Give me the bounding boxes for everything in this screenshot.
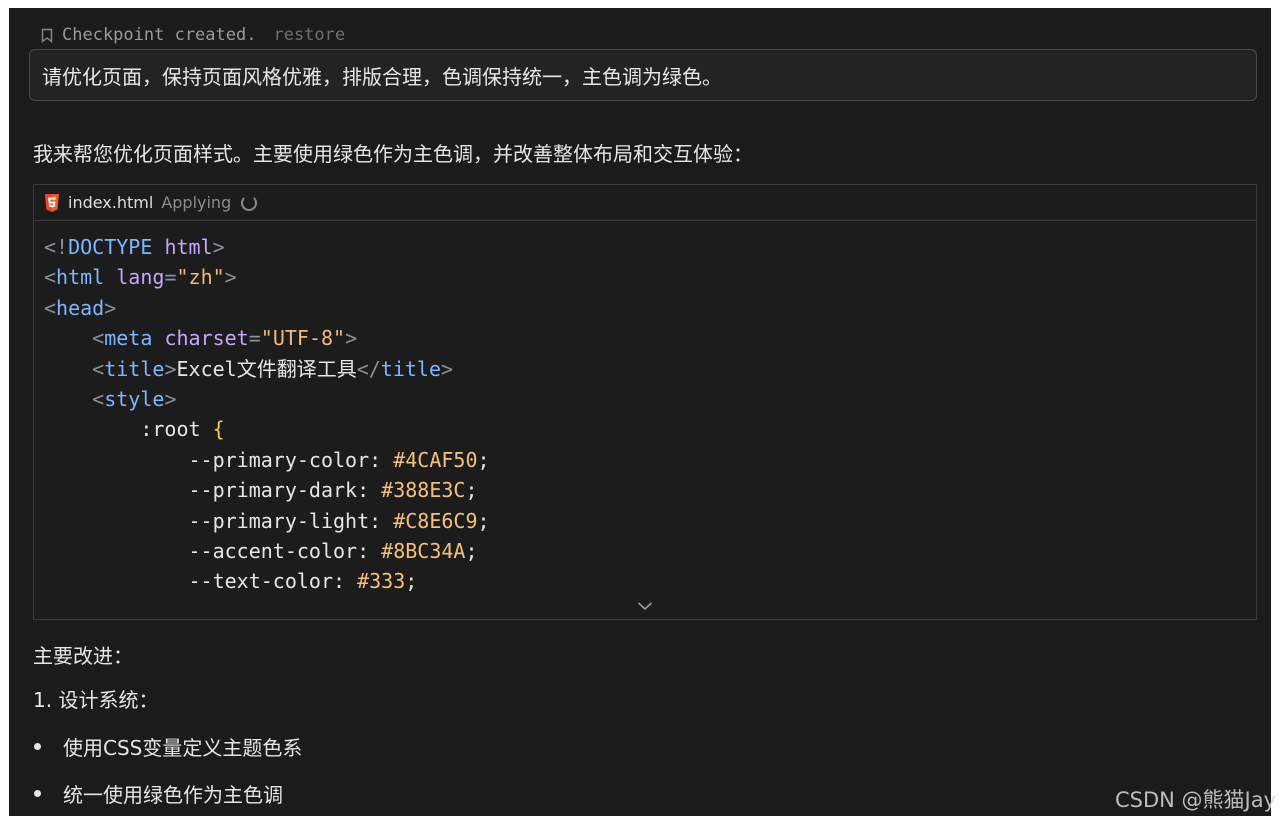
bullet-dot — [34, 743, 41, 750]
code-line: <!DOCTYPE html> — [44, 232, 1246, 262]
code-token: < — [44, 265, 57, 290]
code-token: :root — [44, 417, 213, 442]
code-token: "zh" — [176, 265, 225, 290]
user-prompt-text: 请优化页面，保持页面风格优雅，排版合理，色调保持统一，主色调为绿色。 — [42, 64, 722, 89]
code-token: DOCTYPE — [68, 235, 153, 259]
code-token: > — [224, 265, 237, 290]
code-token: head — [56, 295, 105, 320]
code-token: html — [164, 235, 213, 259]
assistant-reply-intro: 我来帮您优化页面样式。主要使用绿色作为主色调，并改善整体布局和交互体验： — [33, 142, 753, 166]
code-block: index.html Applying <!DOCTYPE html> <html… — [33, 184, 1257, 620]
code-token: ; — [477, 508, 490, 533]
code-filename[interactable]: index.html — [68, 193, 153, 212]
code-content: <!DOCTYPE html> <html lang="zh"> <head> <m… — [44, 232, 1246, 597]
checkpoint-label: Checkpoint created. — [62, 25, 257, 45]
code-line: <head> — [44, 293, 1246, 323]
restore-link[interactable]: restore — [273, 25, 345, 45]
improvements-title: 主要改进： — [33, 644, 133, 668]
code-token: --primary-dark: — [44, 478, 382, 503]
code-token: lang — [116, 265, 165, 290]
code-token: = — [248, 326, 261, 351]
list-item: 统一使用绿色作为主色调 — [33, 779, 283, 808]
list-item-text: 使用CSS变量定义主题色系 — [63, 736, 303, 760]
code-token: { — [212, 417, 225, 442]
code-token: --text-color: — [44, 569, 358, 594]
html5-icon — [45, 193, 59, 212]
code-token: ; — [465, 478, 478, 503]
code-token: = — [164, 265, 177, 290]
code-token: < — [92, 386, 105, 411]
code-line: <meta charset="UTF-8"> — [44, 323, 1246, 353]
user-prompt[interactable]: 请优化页面，保持页面风格优雅，排版合理，色调保持统一，主色调为绿色。 — [29, 49, 1257, 101]
code-line: --text-color: #333; — [44, 566, 1246, 596]
code-line: --primary-color: #4CAF50; — [44, 445, 1246, 475]
list-item-text: 统一使用绿色作为主色调 — [63, 783, 283, 807]
code-token: #C8E6C9 — [393, 508, 478, 533]
code-token: < — [92, 356, 105, 381]
code-token: html — [56, 265, 105, 290]
code-token: Excel文件翻译工具 — [176, 356, 357, 381]
code-token: #333 — [357, 569, 406, 594]
apply-status: Applying — [161, 193, 232, 212]
chat-panel: Checkpoint created. restore 请优化页面，保持页面风格… — [9, 8, 1271, 816]
code-line: <html lang="zh"> — [44, 262, 1246, 292]
code-token: "UTF-8" — [260, 326, 346, 351]
code-token: charset — [164, 326, 249, 351]
code-line: --primary-light: #C8E6C9; — [44, 506, 1246, 536]
code-token: > — [345, 326, 358, 351]
code-token: > — [164, 386, 177, 411]
spinner-icon — [241, 194, 258, 211]
numbered-item: 1. 设计系统： — [33, 688, 159, 712]
code-token: > — [104, 295, 117, 320]
code-token: > — [164, 356, 177, 381]
code-token: #4CAF50 — [393, 447, 478, 472]
code-token: --primary-light: — [44, 508, 394, 533]
code-token: meta — [104, 326, 153, 351]
code-token: <! — [44, 235, 69, 259]
code-token: style — [104, 386, 165, 411]
checkpoint-row: Checkpoint created. restore — [41, 23, 345, 47]
watermark: CSDN @熊猫Jay — [1114, 788, 1276, 812]
code-token: < — [92, 326, 105, 351]
code-token: ; — [405, 569, 418, 594]
bookmark-icon — [41, 28, 53, 43]
code-line: <style> — [44, 384, 1246, 414]
bullet-dot — [34, 790, 41, 797]
code-token: > — [441, 356, 454, 381]
list-item: 使用CSS变量定义主题色系 — [33, 732, 302, 761]
code-token: #8BC34A — [381, 538, 466, 563]
code-token: ; — [465, 538, 478, 563]
code-line: :root { — [44, 414, 1246, 444]
code-token: > — [212, 235, 225, 259]
code-token: --primary-color: — [44, 447, 394, 472]
code-line: --primary-dark: #388E3C; — [44, 475, 1246, 505]
code-token: --accent-color: — [44, 538, 382, 563]
code-token: title — [104, 356, 165, 381]
code-token: </ — [356, 356, 381, 381]
code-block-header: index.html Applying — [34, 185, 1256, 221]
code-token: ; — [477, 447, 490, 472]
code-token: #388E3C — [381, 478, 466, 503]
code-line: --accent-color: #8BC34A; — [44, 536, 1246, 566]
chevron-down-icon[interactable] — [637, 601, 653, 611]
code-token: title — [380, 356, 442, 381]
code-line: <title>Excel文件翻译工具</title> — [44, 354, 1246, 384]
code-token: < — [44, 295, 57, 320]
